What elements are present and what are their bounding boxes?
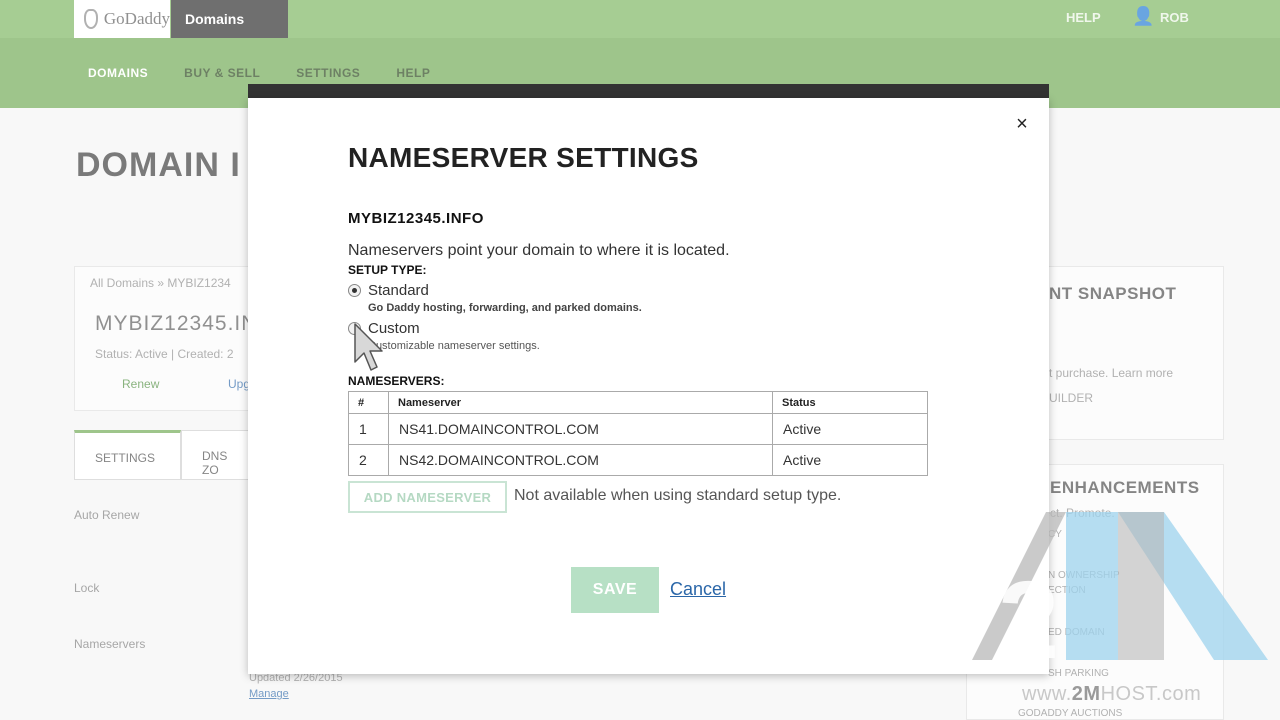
dialog-title: NAMESERVER SETTINGS bbox=[348, 142, 699, 173]
add-nameserver-note: Not available when using standard setup … bbox=[514, 487, 842, 504]
custom-desc: Customizable nameserver settings. bbox=[368, 340, 540, 352]
cell-number: 2 bbox=[348, 444, 389, 476]
table-row: 2 NS42.DOMAINCONTROL.COM Active bbox=[348, 444, 928, 476]
domain-name: MYBIZ12345.INFO bbox=[348, 210, 484, 227]
cell-number: 1 bbox=[348, 413, 389, 445]
radio-standard[interactable] bbox=[348, 284, 361, 297]
standard-desc: Go Daddy hosting, forwarding, and parked… bbox=[368, 302, 642, 314]
cell-nameserver: NS42.DOMAINCONTROL.COM bbox=[388, 444, 773, 476]
col-number: # bbox=[348, 391, 389, 414]
col-status: Status bbox=[772, 391, 928, 414]
table-row: 1 NS41.DOMAINCONTROL.COM Active bbox=[348, 413, 928, 445]
intro-text: Nameservers point your domain to where i… bbox=[348, 242, 730, 259]
cell-status: Active bbox=[772, 444, 928, 476]
cancel-link[interactable]: Cancel bbox=[670, 579, 726, 600]
modal-top-bar bbox=[248, 84, 1049, 98]
cell-status: Active bbox=[772, 413, 928, 445]
watermark-suffix: HOST.com bbox=[1100, 683, 1202, 705]
svg-text:2: 2 bbox=[998, 559, 1059, 682]
watermark-prefix: www. bbox=[1022, 683, 1072, 705]
setup-type-label: SETUP TYPE: bbox=[348, 263, 427, 277]
col-nameserver: Nameserver bbox=[388, 391, 773, 414]
save-button[interactable]: SAVE bbox=[571, 567, 659, 613]
watermark-text: www.2MHOST.com bbox=[1022, 683, 1201, 706]
nameserver-table: # Nameserver Status 1 NS41.DOMAINCONTROL… bbox=[348, 391, 928, 476]
radio-standard-label: Standard bbox=[368, 282, 429, 299]
close-button[interactable]: × bbox=[1012, 114, 1032, 134]
cell-nameserver: NS41.DOMAINCONTROL.COM bbox=[388, 413, 773, 445]
table-header-row: # Nameserver Status bbox=[348, 391, 928, 414]
option-standard[interactable]: Standard bbox=[348, 282, 429, 299]
nameserver-settings-dialog: × NAMESERVER SETTINGS MYBIZ12345.INFO Na… bbox=[248, 98, 1049, 674]
add-nameserver-button[interactable]: ADD NAMESERVER bbox=[348, 481, 507, 513]
mouse-cursor-icon bbox=[354, 323, 383, 371]
watermark-brand: 2M bbox=[1071, 683, 1101, 705]
